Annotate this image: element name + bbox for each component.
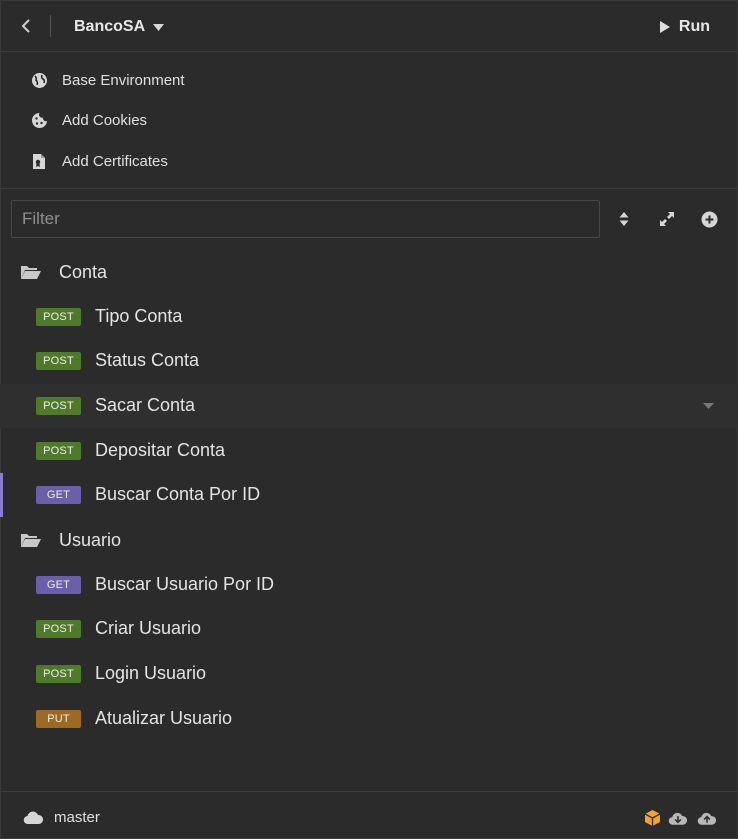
add-certificates-label: Add Certificates xyxy=(62,152,168,170)
branch-name: master xyxy=(54,808,100,826)
request-name: Buscar Conta Por ID xyxy=(95,484,261,504)
sort-icon xyxy=(619,212,629,226)
request-item-buscar-usuario-por-id[interactable]: GET Buscar Usuario Por ID xyxy=(0,563,738,607)
package-icon xyxy=(644,810,660,826)
project-selector[interactable]: BancoSA xyxy=(74,16,165,38)
add-certificates-item[interactable]: Add Certificates xyxy=(30,147,168,175)
section-divider xyxy=(0,188,738,189)
request-item-criar-usuario[interactable]: POST Criar Usuario xyxy=(0,607,738,651)
cloud-upload-icon xyxy=(697,812,717,825)
active-request-indicator xyxy=(0,473,3,517)
plus-circle-icon xyxy=(701,211,717,227)
filter-input[interactable] xyxy=(11,200,600,238)
folder-usuario[interactable]: Usuario xyxy=(20,526,121,554)
request-name: Tipo Conta xyxy=(95,306,183,326)
request-name: Atualizar Usuario xyxy=(95,708,233,728)
push-button[interactable] xyxy=(697,808,717,828)
folder-name: Usuario xyxy=(59,529,122,550)
folder-open-icon xyxy=(21,534,41,547)
method-badge-post: POST xyxy=(36,442,81,460)
play-icon xyxy=(659,21,670,33)
expand-all-button[interactable] xyxy=(657,209,677,229)
add-item-button[interactable] xyxy=(699,209,719,229)
request-name: Criar Usuario xyxy=(95,618,202,638)
add-cookies-item[interactable]: Add Cookies xyxy=(30,106,147,134)
request-name: Depositar Conta xyxy=(95,440,226,460)
method-badge-put: PUT xyxy=(36,710,81,728)
run-label: Run xyxy=(678,18,710,35)
folder-name: Conta xyxy=(59,261,108,282)
top-bar: BancoSA Run xyxy=(0,0,738,52)
request-name: Sacar Conta xyxy=(95,395,196,415)
pull-button[interactable] xyxy=(668,808,688,828)
request-item-depositar-conta[interactable]: POST Depositar Conta xyxy=(0,429,738,473)
method-badge-post: POST xyxy=(36,352,81,370)
folder-conta[interactable]: Conta xyxy=(20,258,107,286)
caret-down-icon xyxy=(153,23,165,31)
expand-icon xyxy=(660,212,674,226)
method-badge-post: POST xyxy=(36,308,81,326)
method-badge-get: GET xyxy=(36,576,81,594)
request-item-atualizar-usuario[interactable]: PUT Atualizar Usuario xyxy=(0,697,738,741)
method-badge-get: GET xyxy=(36,486,81,504)
sync-status-button[interactable] xyxy=(642,808,662,828)
request-name: Buscar Usuario Por ID xyxy=(95,574,275,594)
request-item-tipo-conta[interactable]: POST Tipo Conta xyxy=(0,295,738,339)
back-button[interactable] xyxy=(16,16,36,36)
method-badge-post: POST xyxy=(36,397,81,415)
base-environment-label: Base Environment xyxy=(62,71,185,89)
cloud-icon xyxy=(23,811,44,824)
project-name: BancoSA xyxy=(74,18,146,35)
request-item-buscar-conta-por-id[interactable]: GET Buscar Conta Por ID xyxy=(0,473,738,517)
run-button[interactable]: Run xyxy=(659,16,710,38)
header-divider xyxy=(50,15,51,37)
branch-selector[interactable]: master xyxy=(23,806,100,828)
add-cookies-label: Add Cookies xyxy=(62,111,148,129)
request-name: Status Conta xyxy=(95,350,200,370)
request-item-login-usuario[interactable]: POST Login Usuario xyxy=(0,652,738,696)
cookie-icon xyxy=(30,111,48,129)
request-item-sacar-conta[interactable]: POST Sacar Conta xyxy=(0,384,738,428)
method-badge-post: POST xyxy=(36,620,81,638)
request-item-status-conta[interactable]: POST Status Conta xyxy=(0,339,738,383)
request-menu-caret-icon[interactable] xyxy=(703,403,714,409)
footer-bar: master xyxy=(0,791,738,839)
method-badge-post: POST xyxy=(36,665,81,683)
globe-icon xyxy=(30,71,48,89)
chevron-left-icon xyxy=(21,19,30,33)
request-name: Login Usuario xyxy=(95,663,207,683)
sort-button[interactable] xyxy=(614,209,634,229)
folder-open-icon xyxy=(21,266,41,279)
base-environment-item[interactable]: Base Environment xyxy=(30,66,185,94)
cloud-download-icon xyxy=(668,812,688,825)
certificate-icon xyxy=(30,152,48,170)
